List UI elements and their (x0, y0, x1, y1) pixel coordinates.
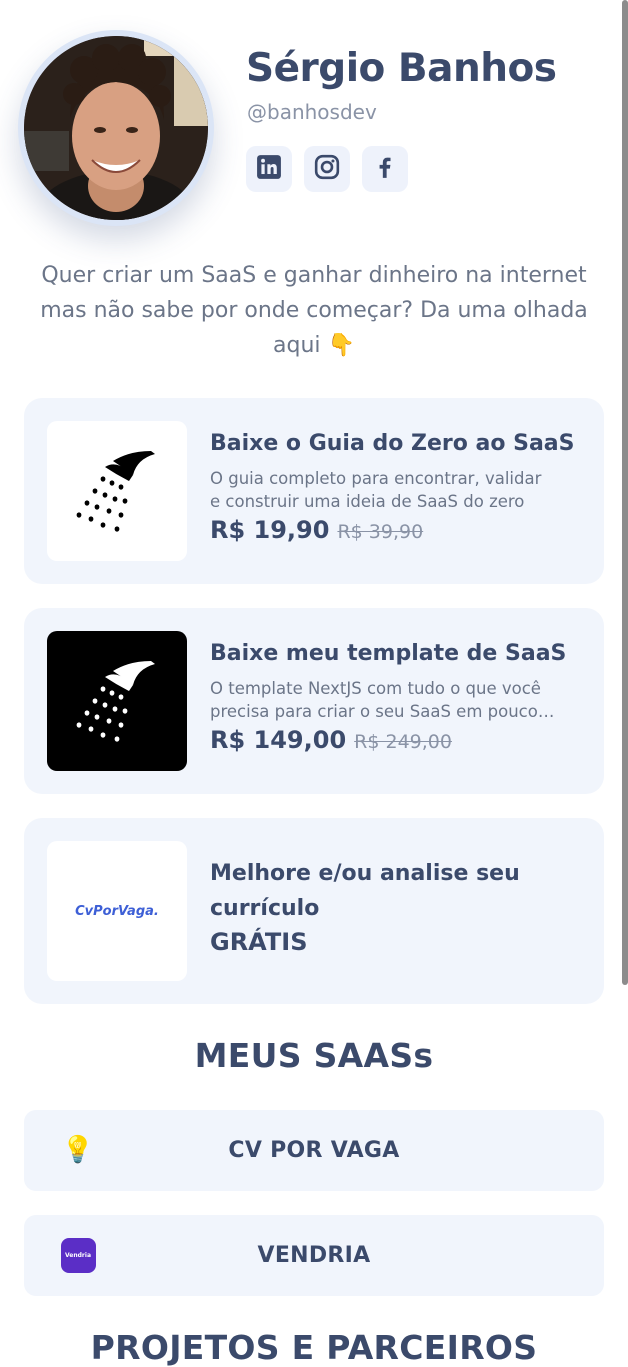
linkedin-icon (256, 154, 282, 184)
instagram-link[interactable] (304, 146, 350, 192)
profile-bio: Quer criar um SaaS e ganhar dinheiro na … (40, 263, 588, 358)
saas-link-label: CV POR VAGA (228, 1138, 400, 1163)
cvporvaga-logo: CvPorVaga. (75, 903, 159, 919)
product-old-price: R$ 39,90 (337, 521, 424, 543)
product-card-cv[interactable]: CvPorVaga. Melhore e/ou analise seu curr… (24, 818, 604, 1004)
section-title-saas: MEUS SAASs (194, 1036, 434, 1075)
product-description: O guia completo para encontrar, validar … (210, 469, 542, 511)
saas-link-vendria[interactable]: Vendria VENDRIA (24, 1215, 604, 1296)
shower-icon (67, 649, 167, 753)
product-price: R$ 149,00 R$ 249,00 (210, 726, 452, 754)
scrollbar[interactable] (622, 0, 628, 985)
section-title-partners: PROJETOS E PARCEIROS (90, 1328, 538, 1367)
saas-link-label: VENDRIA (257, 1243, 371, 1268)
profile-handle: @banhosdev (247, 100, 377, 124)
saas-link-cv-por-vaga[interactable]: 💡 CV POR VAGA (24, 1110, 604, 1191)
product-card-guide[interactable]: Baixe o Guia do Zero ao SaaS O guia comp… (24, 398, 604, 584)
facebook-link[interactable] (362, 146, 408, 192)
profile-name: Sérgio Banhos (246, 46, 557, 91)
product-current-price: R$ 19,90 (210, 516, 330, 544)
product-thumbnail (47, 421, 187, 561)
product-old-price: R$ 249,00 (354, 731, 452, 753)
product-title: Baixe o Guia do Zero ao SaaS (210, 431, 575, 456)
facebook-icon (372, 154, 398, 184)
product-price-free: GRÁTIS (210, 928, 308, 956)
product-title: Melhore e/ou analise seu currículo (210, 861, 520, 921)
instagram-icon (314, 154, 340, 184)
avatar (24, 36, 208, 220)
avatar-ring (18, 30, 214, 226)
shower-icon (67, 439, 167, 543)
product-thumbnail (47, 631, 187, 771)
linkedin-link[interactable] (246, 146, 292, 192)
product-price: R$ 19,90 R$ 39,90 (210, 516, 423, 544)
product-thumbnail: CvPorVaga. (47, 841, 187, 981)
product-card-template[interactable]: Baixe meu template de SaaS O template Ne… (24, 608, 604, 794)
product-description: O template NextJS com tudo o que você pr… (210, 679, 547, 721)
product-title: Baixe meu template de SaaS (210, 641, 567, 666)
product-current-price: R$ 149,00 (210, 726, 347, 754)
